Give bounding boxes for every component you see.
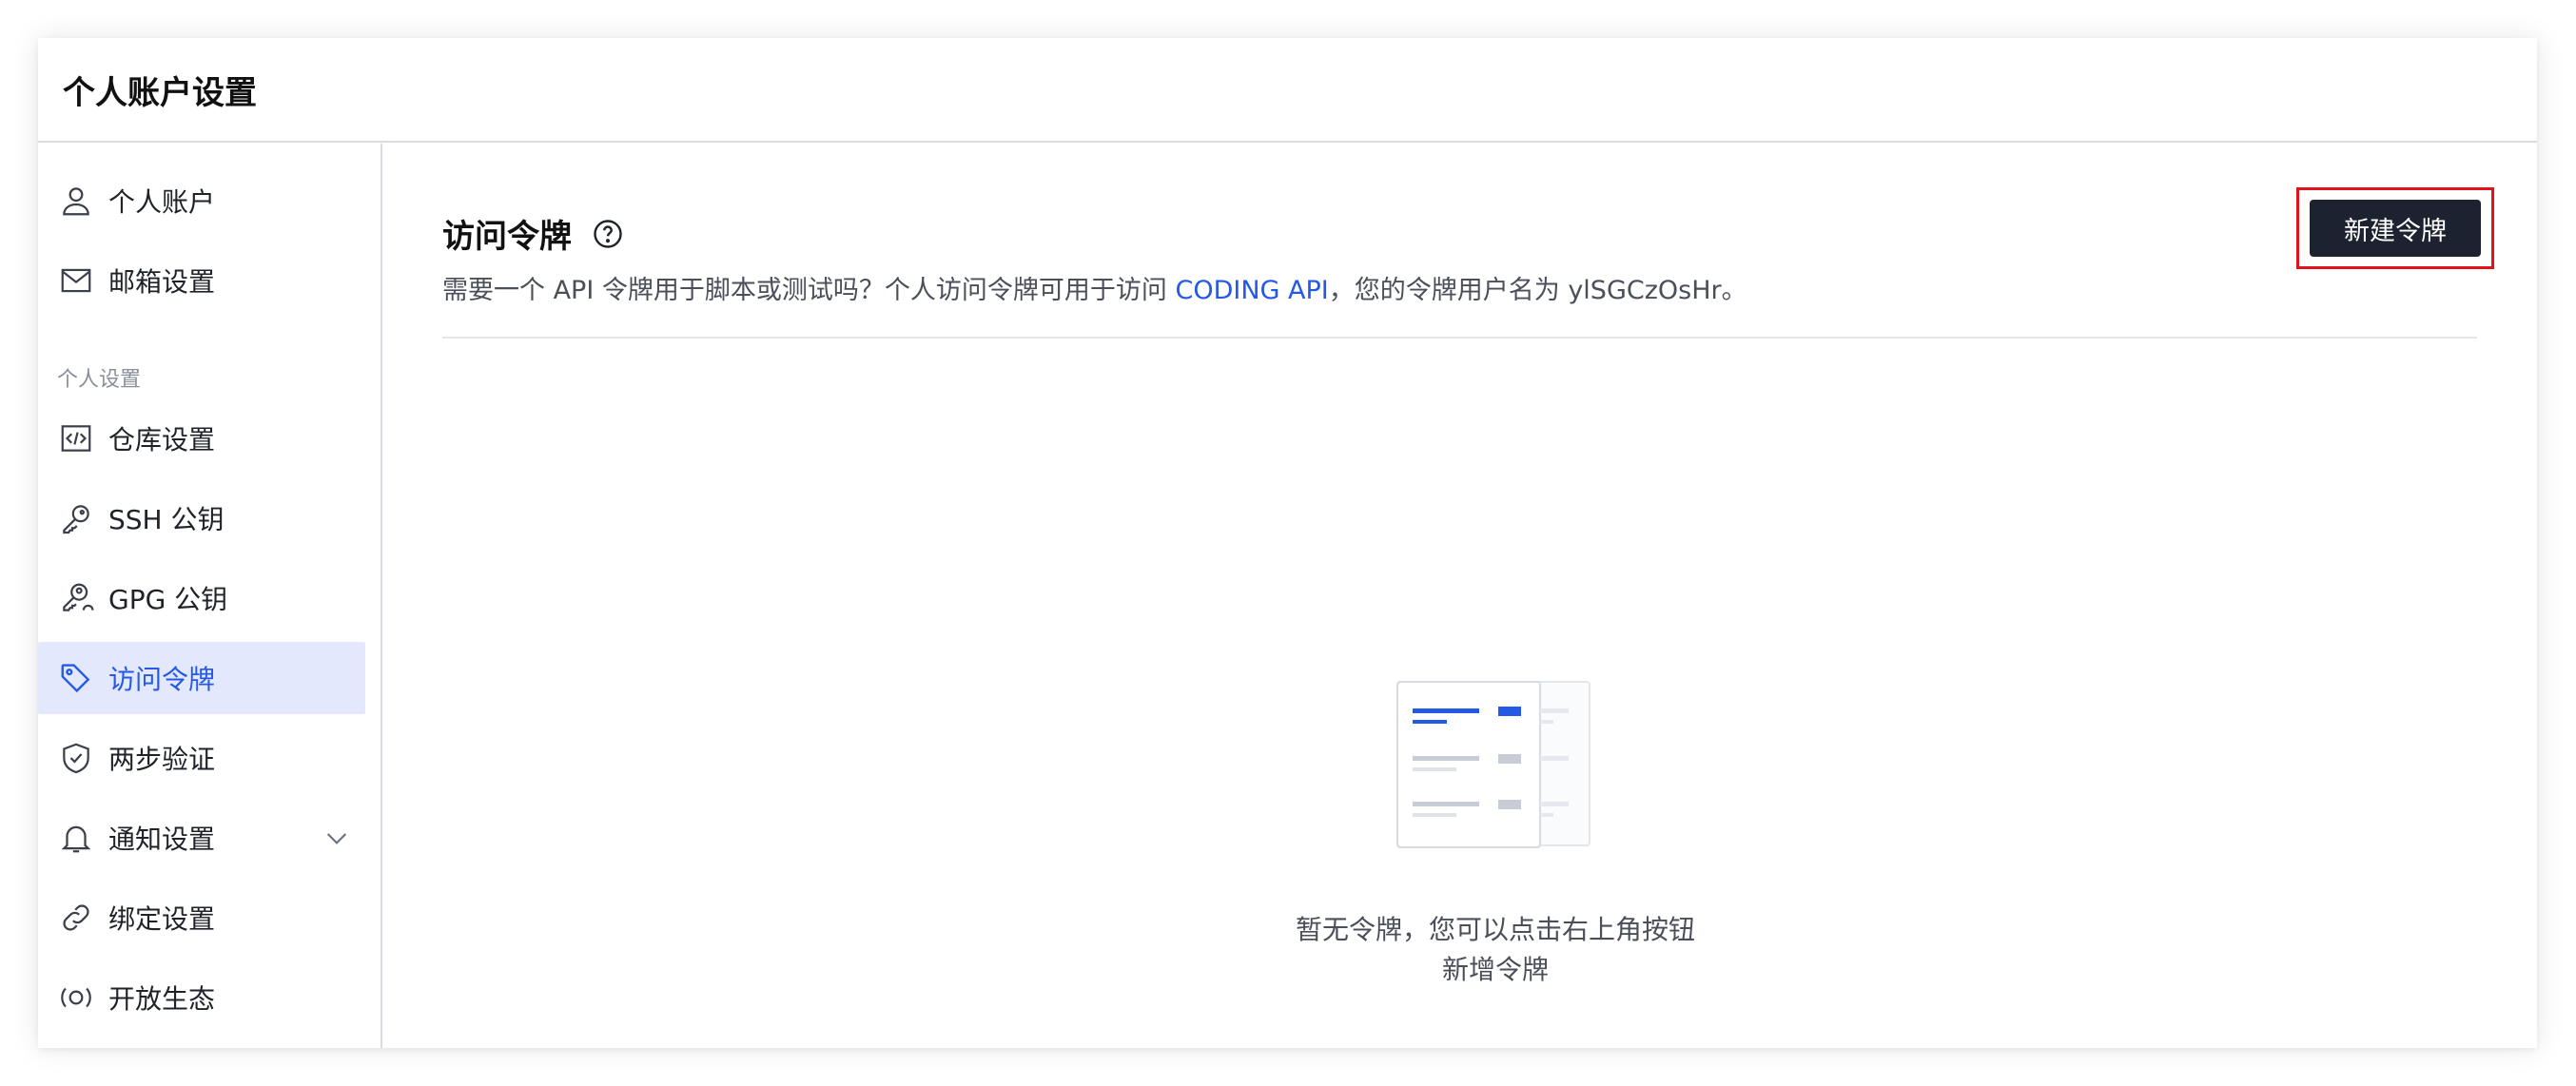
key-user-icon [57,579,95,617]
empty-state-text: 暂无令牌，您可以点击右上角按钮 新增令牌 [1202,910,1788,990]
sidebar-item-label: 个人账户 [108,186,216,218]
sidebar-item-label: 开放生态 [108,983,216,1015]
section-description: 需要一个 API 令牌用于脚本或测试吗？个人访问令牌可用于访问 CODING A… [442,269,1747,306]
tag-icon [57,659,95,697]
help-icon[interactable] [591,217,625,251]
sidebar-item-label: 通知设置 [108,824,216,855]
new-token-button[interactable]: 新建令牌 [2310,200,2481,257]
chevron-down-icon[interactable] [322,823,352,853]
main-content: 访问令牌 需要一个 API 令牌用于脚本或测试吗？个人访问令牌可用于访问 COD… [384,144,2537,1048]
sidebar-item-repository[interactable]: 仓库设置 [38,402,365,475]
empty-state-line1: 暂无令牌，您可以点击右上角按钮 [1295,914,1695,945]
user-icon [57,182,95,220]
sidebar-item-label: 访问令牌 [108,664,216,695]
empty-state-line2: 新增令牌 [1441,954,1549,985]
code-icon [57,419,95,457]
coding-api-link[interactable]: CODING API [1175,276,1328,305]
new-token-highlight: 新建令牌 [2296,187,2494,269]
sidebar-item-binding[interactable]: 绑定设置 [38,882,365,954]
sidebar-item-label: GPG 公钥 [108,584,228,615]
sidebar-item-label: 邮箱设置 [108,266,216,298]
mail-icon [57,262,95,300]
section-title: 访问令牌 [442,210,625,257]
sidebar-item-two-factor[interactable]: 两步验证 [38,722,365,794]
sidebar: 个人账户 邮箱设置 个人设置 仓库设置 SSH 公钥 GPG 公钥 访问令牌 两… [38,144,382,1048]
open-ecosystem-icon [57,979,95,1017]
sidebar-item-access-token[interactable]: 访问令牌 [38,642,365,714]
bell-icon [57,819,95,857]
sidebar-item-label: 绑定设置 [108,903,216,935]
shield-check-icon [57,739,95,777]
sidebar-item-personal-account[interactable]: 个人账户 [38,165,365,237]
sidebar-item-open-ecosystem[interactable]: 开放生态 [38,961,365,1034]
sidebar-item-gpg-key[interactable]: GPG 公钥 [38,562,365,634]
card-header: 个人账户设置 [38,38,2537,143]
sidebar-item-label: SSH 公钥 [108,504,224,535]
sidebar-group-label: 个人设置 [57,368,142,392]
link-icon [57,899,95,937]
sidebar-item-label: 两步验证 [108,744,216,775]
sidebar-item-email[interactable]: 邮箱设置 [38,244,365,317]
sidebar-item-label: 仓库设置 [108,424,216,456]
description-suffix: ，您的令牌用户名为 ylSGCzOsHr。 [1328,276,1747,305]
divider [442,337,2477,339]
settings-card: 个人账户设置 个人账户 邮箱设置 个人设置 仓库设置 SSH 公钥 GPG 公钥… [38,38,2537,1048]
page-title: 个人账户设置 [63,73,257,112]
sidebar-item-notifications[interactable]: 通知设置 [38,802,365,874]
description-prefix: 需要一个 API 令牌用于脚本或测试吗？个人访问令牌可用于访问 [442,276,1176,305]
section-title-text: 访问令牌 [442,218,572,256]
empty-state-illustration [1395,680,1595,851]
sidebar-item-ssh-key[interactable]: SSH 公钥 [38,482,365,554]
key-icon [57,499,95,537]
